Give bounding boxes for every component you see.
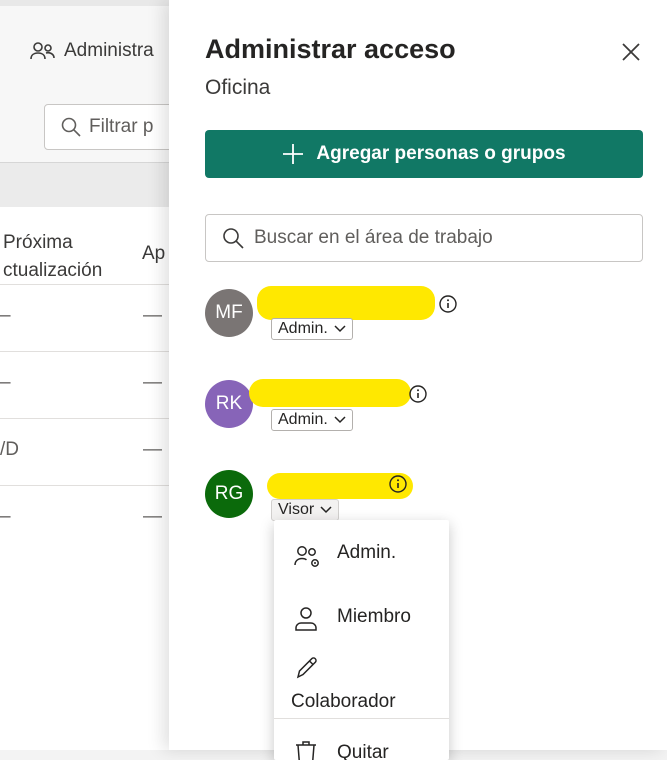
workspace-search-input[interactable]: Buscar en el área de trabajo	[205, 214, 643, 262]
people-icon	[30, 42, 55, 60]
manage-access-button[interactable]: Administra	[30, 40, 154, 62]
role-dropdown[interactable]: Admin.	[271, 409, 353, 431]
avatar: RK	[205, 380, 253, 428]
role-dropdown[interactable]: Admin.	[271, 318, 353, 340]
table-cell: —	[143, 305, 162, 326]
column-header-app[interactable]: Ap	[142, 243, 165, 265]
plus-icon	[283, 144, 304, 164]
person-icon	[295, 607, 317, 631]
menu-item-label: Miembro	[337, 606, 411, 627]
role-label: Admin.	[278, 320, 328, 337]
avatar: RG	[205, 470, 253, 518]
search-icon	[223, 228, 244, 249]
role-label: Admin.	[278, 411, 328, 428]
table-cell: —	[143, 372, 162, 393]
avatar: MF	[205, 289, 253, 337]
filter-placeholder: Filtrar p	[89, 116, 154, 137]
menu-item-member[interactable]: Miembro	[274, 604, 449, 644]
table-cell: –	[0, 305, 11, 326]
role-menu: Admin. Miembro Colaborador Quitar	[274, 520, 449, 760]
people-settings-icon	[294, 546, 319, 567]
pencil-icon	[296, 657, 317, 679]
chevron-down-icon	[334, 416, 346, 424]
search-placeholder: Buscar en el área de trabajo	[254, 227, 493, 248]
column-header-next-update[interactable]: Próxima ctualización	[3, 229, 102, 285]
table-cell: —	[143, 439, 162, 460]
chevron-down-icon	[320, 506, 332, 514]
chevron-down-icon	[334, 325, 346, 333]
info-icon[interactable]	[409, 385, 427, 403]
search-icon	[61, 117, 81, 137]
menu-item-remove[interactable]: Quitar	[274, 730, 449, 760]
menu-item-admin[interactable]: Admin.	[274, 540, 449, 580]
trash-icon	[296, 741, 316, 760]
redacted-name	[249, 379, 411, 407]
menu-item-label: Quitar	[337, 742, 389, 760]
close-icon[interactable]	[619, 40, 643, 64]
add-people-button[interactable]: Agregar personas o grupos	[205, 130, 643, 178]
menu-item-label: Colaborador	[291, 691, 396, 712]
panel-title: Administrar acceso	[205, 34, 456, 64]
table-cell: —	[143, 506, 162, 527]
add-people-label: Agregar personas o grupos	[316, 143, 566, 164]
menu-item-label: Admin.	[337, 542, 397, 563]
table-cell: –	[0, 372, 11, 393]
manage-access-label: Administra	[64, 40, 154, 61]
table-cell: –	[0, 506, 11, 527]
info-icon[interactable]	[389, 475, 407, 493]
table-cell: /D	[0, 439, 19, 460]
panel-subtitle: Oficina	[205, 76, 271, 99]
role-dropdown[interactable]: Visor	[271, 499, 340, 521]
role-label: Visor	[278, 501, 315, 518]
menu-item-contributor[interactable]: Colaborador	[274, 655, 449, 715]
menu-divider	[274, 718, 449, 719]
info-icon[interactable]	[439, 295, 457, 313]
redacted-name	[257, 286, 435, 320]
